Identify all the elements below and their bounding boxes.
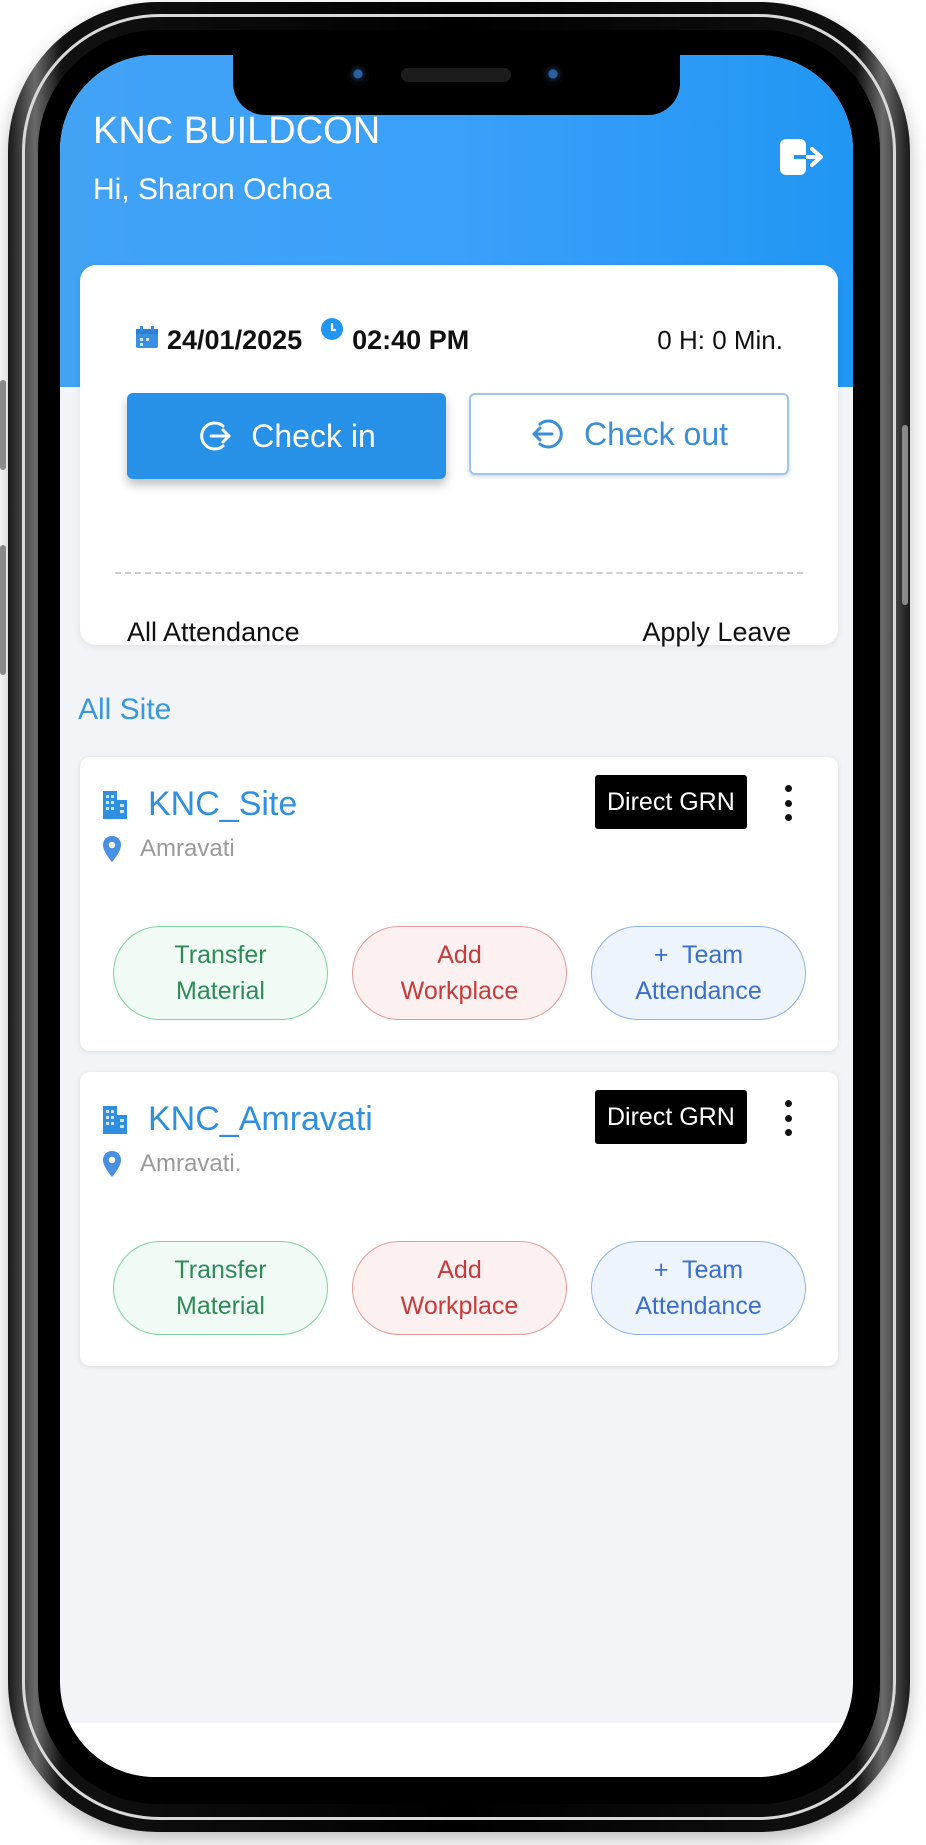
phone-power-button: [902, 425, 908, 605]
check-in-button[interactable]: Check in: [127, 393, 446, 479]
site-card: KNC_Site Amravati Direct GRN Transfer Mat…: [80, 757, 838, 1051]
pill-label-line2: Material: [176, 977, 265, 1005]
attendance-links: All Attendance Apply Leave: [127, 617, 791, 648]
check-in-label: Check in: [251, 417, 376, 454]
pill-label-line1: Transfer: [174, 1256, 267, 1284]
all-attendance-link[interactable]: All Attendance: [127, 617, 300, 648]
phone-side-button: [0, 380, 6, 470]
pill-label-line1: Transfer: [174, 941, 267, 969]
logout-icon: [780, 139, 823, 175]
calendar-icon: [135, 325, 159, 356]
clock-icon: [320, 317, 344, 356]
pill-label-line2: Material: [176, 1292, 265, 1320]
location-pin-icon: [103, 1151, 121, 1177]
date-time-row: 24/01/2025 02:40 PM 0 H: 0 Min.: [135, 317, 783, 360]
site-location-text: Amravati.: [140, 1150, 242, 1177]
pill-label-line1: + Team: [653, 941, 744, 969]
site-header: KNC_Amravati: [102, 1100, 373, 1139]
front-sensor: [542, 64, 564, 86]
pill-label-line1: Add: [437, 1256, 482, 1284]
site-name[interactable]: KNC_Amravati: [148, 1100, 373, 1139]
current-time: 02:40 PM: [352, 324, 470, 355]
site-card: KNC_Amravati Amravati. Direct GRN Transf…: [80, 1072, 838, 1366]
add-workplace-button[interactable]: Add Workplace: [352, 1241, 567, 1335]
current-date: 24/01/2025: [167, 324, 303, 355]
more-options-icon[interactable]: [780, 1100, 796, 1136]
phone-side-button: [0, 545, 6, 675]
pill-label-line2: Workplace: [400, 1292, 519, 1320]
user-greeting: Hi, Sharon Ochoa: [93, 173, 332, 206]
site-location-text: Amravati: [140, 835, 235, 862]
pill-label-line2: Workplace: [400, 977, 519, 1005]
location-pin-icon: [103, 836, 121, 862]
site-header: KNC_Site: [102, 785, 297, 824]
phone-notch: [233, 55, 680, 115]
check-out-icon: [532, 419, 563, 449]
building-icon: [103, 790, 127, 819]
attendance-card: 24/01/2025 02:40 PM 0 H: 0 Min. Check in…: [80, 265, 838, 648]
transfer-material-button[interactable]: Transfer Material: [113, 1241, 328, 1335]
site-name[interactable]: KNC_Site: [148, 785, 297, 824]
add-workplace-button[interactable]: Add Workplace: [352, 926, 567, 1020]
building-icon: [103, 1105, 127, 1134]
site-location: Amravati: [102, 835, 235, 863]
section-title-all-site: All Site: [78, 693, 172, 726]
pill-label-line2: Attendance: [635, 1292, 762, 1320]
app-screen: KNC BUILDCON Hi, Sharon Ochoa 24/01/2025…: [60, 55, 853, 1777]
app-title: KNC BUILDCON: [93, 110, 381, 152]
earpiece-speaker: [401, 68, 511, 82]
front-camera: [347, 64, 369, 86]
direct-grn-badge[interactable]: Direct GRN: [595, 1090, 747, 1144]
pill-label-line1: + Team: [653, 1256, 744, 1284]
bottom-bar: [60, 1723, 853, 1777]
more-options-icon[interactable]: [780, 785, 796, 821]
pill-label-line1: Add: [437, 941, 482, 969]
check-in-icon: [200, 421, 231, 451]
check-out-label: Check out: [583, 415, 729, 452]
site-location: Amravati.: [102, 1150, 241, 1178]
logout-button[interactable]: [778, 137, 826, 177]
pill-label-line2: Attendance: [635, 977, 762, 1005]
transfer-material-button[interactable]: Transfer Material: [113, 926, 328, 1020]
check-out-button[interactable]: Check out: [469, 393, 789, 475]
hours-worked: 0 H: 0 Min.: [657, 324, 783, 355]
divider: [115, 572, 803, 574]
team-attendance-button[interactable]: + Team Attendance: [591, 926, 806, 1020]
apply-leave-link[interactable]: Apply Leave: [642, 617, 791, 648]
team-attendance-button[interactable]: + Team Attendance: [591, 1241, 806, 1335]
direct-grn-badge[interactable]: Direct GRN: [595, 775, 747, 829]
